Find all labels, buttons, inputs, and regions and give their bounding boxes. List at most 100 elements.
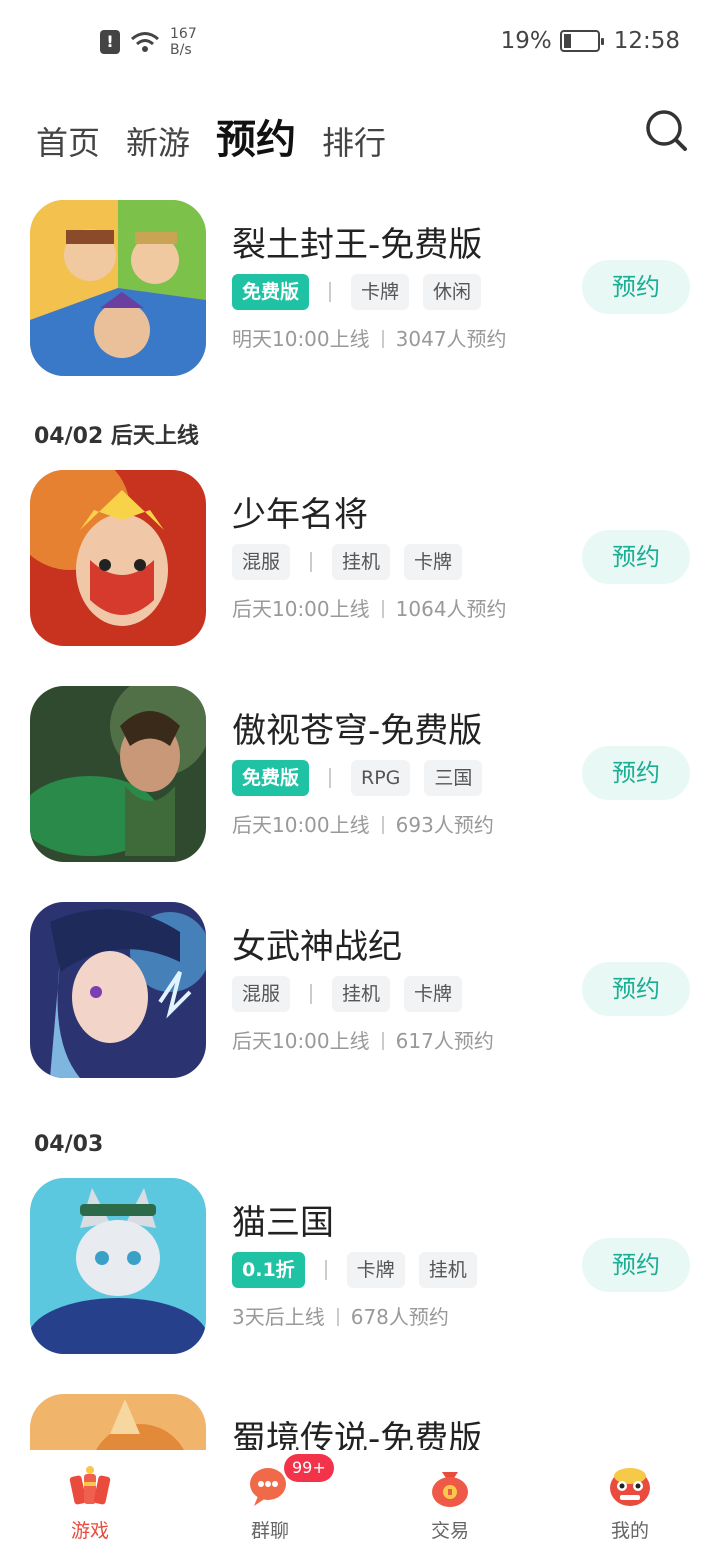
game-meta: 后天10:00上线 617人预约: [232, 1026, 494, 1056]
tag: RPG: [351, 760, 411, 796]
tag-highlight: 免费版: [232, 760, 310, 796]
game-row[interactable]: 少年名将 混服 挂机 卡牌 后天10:00上线 1064人预约 预约: [0, 466, 720, 682]
tag: 挂机: [418, 1252, 477, 1288]
game-name[interactable]: 蜀境传说-免费版: [232, 1416, 482, 1450]
nav-label: 游戏: [70, 1520, 109, 1542]
tag: 混服: [232, 976, 291, 1012]
reserve-button[interactable]: 预约: [582, 962, 690, 1016]
reserve-button[interactable]: 预约: [582, 530, 690, 584]
reservation-count: 3047人预约: [395, 327, 507, 351]
tag-list: 混服 挂机 卡牌: [232, 544, 463, 580]
game-name[interactable]: 女武神战纪: [232, 924, 402, 970]
game-meta: 后天10:00上线 693人预约: [232, 810, 494, 840]
launch-time: 明天10:00上线: [232, 327, 370, 351]
clock: 12:58: [613, 28, 680, 54]
nav-profile[interactable]: 我的: [540, 1450, 720, 1560]
tag-list: 0.1折 卡牌 挂机: [232, 1252, 477, 1288]
tag-highlight: 0.1折: [232, 1252, 305, 1288]
tag: 挂机: [332, 976, 391, 1012]
tag: 卡牌: [351, 274, 410, 310]
money-bag-icon: [432, 1472, 468, 1507]
nav-trade[interactable]: 交易: [360, 1450, 540, 1560]
tag: 卡牌: [404, 544, 463, 580]
tag: 三国: [424, 760, 483, 796]
nav-group-chat[interactable]: 99+ 群聊: [180, 1450, 360, 1560]
game-icon-lie-tu-feng-wang[interactable]: [30, 200, 206, 376]
game-row[interactable]: 女武神战纪 混服 挂机 卡牌 后天10:00上线 617人预约 预约: [0, 898, 720, 1114]
reserve-button[interactable]: 预约: [582, 746, 690, 800]
status-bar: ! 167 B/s 19% ⚡ 12:58: [0, 0, 720, 86]
bottom-nav: 游戏 99+ 群聊 交易 我的: [0, 1450, 720, 1560]
game-row[interactable]: 蜀境传说-免费版: [0, 1390, 720, 1450]
game-name[interactable]: 少年名将: [232, 492, 368, 538]
launch-time: 后天10:00上线: [232, 1029, 370, 1053]
launch-time: 3天后上线: [232, 1305, 325, 1329]
lion-mask-icon: [610, 1468, 650, 1506]
wifi-icon: [131, 32, 159, 52]
game-name[interactable]: 裂土封王-免费版: [232, 222, 482, 268]
reservation-list[interactable]: 裂土封王-免费版 免费版 卡牌 休闲 明天10:00上线 3047人预约 预约 …: [0, 196, 720, 1450]
tag-divider: [329, 282, 332, 302]
game-name[interactable]: 傲视苍穹-免费版: [232, 708, 482, 754]
game-meta: 明天10:00上线 3047人预约: [232, 324, 507, 354]
status-right: 19% ⚡ 12:58: [501, 28, 680, 54]
tag-list: 免费版 卡牌 休闲: [232, 274, 482, 310]
tag-list: 免费版 RPG 三国: [232, 760, 483, 796]
search-icon[interactable]: [644, 108, 688, 152]
section-header: 04/02 后天上线: [34, 424, 199, 449]
battery-percent: 19%: [500, 28, 552, 54]
tag-divider: [324, 1260, 327, 1280]
tag-list: 混服 挂机 卡牌: [232, 976, 463, 1012]
unread-badge: 99+: [284, 1454, 334, 1482]
nav-games[interactable]: 游戏: [0, 1450, 180, 1560]
game-icon-mao-san-guo[interactable]: [30, 1178, 206, 1354]
network-speed-unit: B/s: [170, 42, 192, 58]
reservation-count: 1064人预约: [395, 597, 507, 621]
launch-time: 后天10:00上线: [232, 597, 370, 621]
reservation-count: 617人预约: [395, 1029, 494, 1053]
tag: 混服: [232, 544, 291, 580]
tab-ranking[interactable]: 排行: [322, 120, 386, 166]
meta-divider: [381, 1032, 384, 1050]
game-row[interactable]: 傲视苍穹-免费版 免费版 RPG 三国 后天10:00上线 693人预约 预约: [0, 682, 720, 898]
meta-divider: [381, 330, 384, 348]
reserve-button[interactable]: 预约: [582, 1238, 690, 1292]
game-icon-nv-wu-shen-zhan-ji[interactable]: [30, 902, 206, 1078]
top-tab-bar: 首页 新游 预约 排行: [36, 106, 386, 166]
firecracker-icon: [69, 1466, 111, 1505]
nav-label: 交易: [430, 1520, 469, 1542]
game-meta: 3天后上线 678人预约: [232, 1302, 449, 1332]
tag-divider: [329, 768, 332, 788]
meta-divider: [381, 600, 384, 618]
game-icon-shao-nian-ming-jiang[interactable]: [30, 470, 206, 646]
tag-divider: [310, 552, 313, 572]
tag: 挂机: [332, 544, 391, 580]
game-icon-shu-jing-chuan-shuo[interactable]: [30, 1394, 206, 1450]
tab-home[interactable]: 首页: [36, 120, 100, 166]
reserve-button[interactable]: 预约: [582, 260, 690, 314]
nav-label: 我的: [610, 1520, 649, 1542]
game-icon-ao-shi-cang-qiong[interactable]: [30, 686, 206, 862]
tag: 卡牌: [404, 976, 463, 1012]
game-meta: 后天10:00上线 1064人预约: [232, 594, 507, 624]
reservation-count: 693人预约: [395, 813, 494, 837]
network-speed-value: 167: [170, 26, 197, 42]
tag-highlight: 免费版: [232, 274, 310, 310]
reservation-count: 678人预约: [350, 1305, 449, 1329]
status-left: ! 167 B/s: [100, 26, 197, 58]
meta-divider: [336, 1308, 339, 1326]
tag: 卡牌: [346, 1252, 405, 1288]
section-header: 04/03: [34, 1132, 104, 1157]
game-row[interactable]: 猫三国 0.1折 卡牌 挂机 3天后上线 678人预约 预约: [0, 1174, 720, 1390]
alert-icon: !: [100, 30, 120, 54]
game-name[interactable]: 猫三国: [232, 1200, 334, 1246]
battery-icon: ⚡: [559, 30, 604, 52]
nav-label: 群聊: [250, 1520, 289, 1542]
tag: 休闲: [423, 274, 482, 310]
tag-divider: [310, 984, 313, 1004]
tab-new-games[interactable]: 新游: [126, 120, 190, 166]
game-row[interactable]: 裂土封王-免费版 免费版 卡牌 休闲 明天10:00上线 3047人预约 预约: [0, 196, 720, 408]
launch-time: 后天10:00上线: [232, 813, 370, 837]
tab-reserve[interactable]: 预约: [216, 114, 296, 166]
meta-divider: [381, 816, 384, 834]
